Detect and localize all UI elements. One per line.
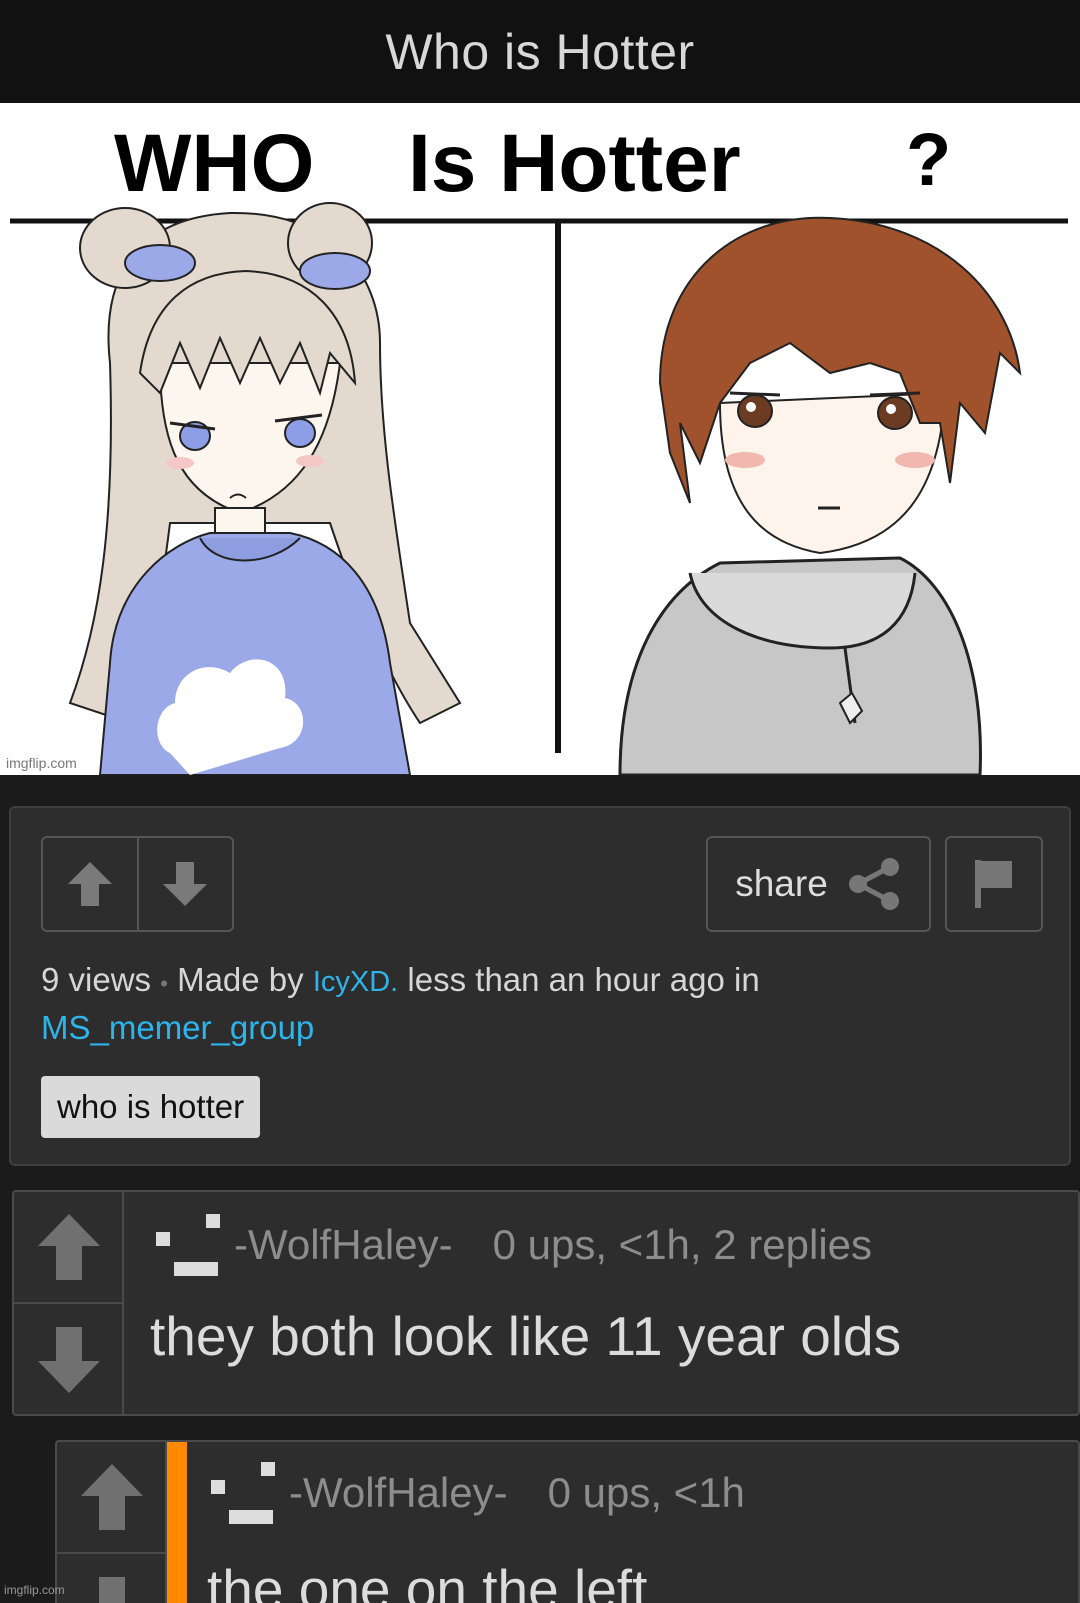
meme-info-panel: share 9 views • Made by IcyXD. less than…: [9, 806, 1071, 1166]
comment-username[interactable]: -WolfHaley-: [289, 1469, 508, 1517]
meme-title-is-hotter: Is Hotter: [408, 118, 741, 209]
comment-header: -WolfHaley- 0 ups, <1h, 2 replies: [154, 1212, 872, 1278]
meme-meta: 9 views • Made by IcyXD. less than an ho…: [41, 958, 1041, 1050]
share-button[interactable]: share: [706, 836, 931, 932]
comment: -WolfHaley- 0 ups, <1h, 2 replies they b…: [12, 1190, 1080, 1416]
comment-header: -WolfHaley- 0 ups, <1h: [209, 1460, 745, 1526]
meme-title-who: WHO: [114, 118, 315, 209]
comment-text: the one on the left: [207, 1558, 648, 1603]
made-by-label: Made by: [177, 961, 304, 998]
meme-title-question-mark: ?: [906, 118, 952, 201]
comment-upvote-button[interactable]: [57, 1442, 167, 1554]
meme-watermark: imgflip.com: [6, 755, 77, 771]
left-character-illustration: [68, 202, 462, 775]
time-text: less than an hour ago in: [407, 961, 760, 998]
comment-stats: 0 ups, <1h, 2 replies: [492, 1221, 873, 1268]
comment-username[interactable]: -WolfHaley-: [234, 1221, 453, 1269]
vote-buttons: [41, 836, 234, 932]
user-avatar-icon: [211, 1462, 275, 1524]
upvote-button[interactable]: [43, 838, 137, 930]
downvote-button[interactable]: [136, 838, 233, 930]
right-character-illustration: [618, 216, 1022, 775]
page-title: Who is Hotter: [385, 23, 695, 80]
comment-downvote-button[interactable]: [14, 1304, 124, 1414]
view-count: 9 views: [41, 961, 152, 998]
comment-vote-column: [14, 1192, 124, 1414]
tag-chip[interactable]: who is hotter: [41, 1076, 261, 1138]
comment-upvote-button[interactable]: [14, 1192, 124, 1304]
flag-button[interactable]: [945, 836, 1043, 932]
reply-accent-bar: [167, 1442, 187, 1603]
down-arrow-icon: [38, 1327, 100, 1393]
up-arrow-icon: [67, 862, 112, 906]
meta-separator: •: [160, 971, 168, 996]
author-link[interactable]: IcyXD.: [313, 966, 398, 998]
meme-image[interactable]: WHO Is Hotter ? imgflip.com: [0, 103, 1080, 775]
user-avatar-icon: [156, 1214, 220, 1276]
down-arrow-icon: [163, 862, 208, 906]
stream-link[interactable]: MS_memer_group: [41, 1009, 314, 1046]
share-label: share: [735, 863, 828, 904]
up-arrow-icon: [38, 1214, 100, 1280]
comment-reply: -WolfHaley- 0 ups, <1h the one on the le…: [55, 1440, 1080, 1603]
comment-vote-column: [57, 1442, 167, 1603]
up-arrow-icon: [81, 1464, 143, 1530]
down-arrow-icon: [99, 1577, 125, 1603]
share-icon: [848, 858, 899, 910]
comment-text: they both look like 11 year olds: [150, 1305, 902, 1367]
comment-downvote-button[interactable]: [57, 1554, 167, 1603]
flag-icon: [975, 860, 1012, 908]
title-bar: Who is Hotter: [0, 0, 1080, 103]
footer-watermark: imgflip.com: [4, 1583, 65, 1597]
comment-stats: 0 ups, <1h: [547, 1469, 745, 1516]
